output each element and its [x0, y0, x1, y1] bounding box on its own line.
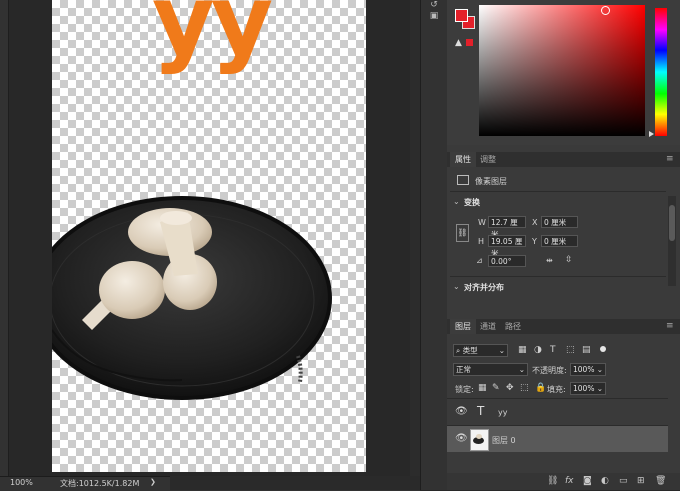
properties-scrollbar-thumb[interactable] — [669, 205, 675, 241]
visibility-eye-icon[interactable]: 👁 — [455, 433, 468, 444]
tab-adjustments[interactable]: 调整 — [475, 152, 501, 167]
height-input[interactable]: 19.05 厘米 — [488, 235, 526, 258]
filter-pixel-icon[interactable]: ▦ — [518, 345, 527, 355]
collapsed-panel-strip — [420, 0, 447, 490]
color-picker-cursor[interactable] — [601, 6, 610, 15]
tab-paths[interactable]: 路径 — [500, 319, 526, 334]
filter-adjustment-icon[interactable]: ◑ — [534, 345, 542, 355]
add-mask-icon[interactable]: ◙ — [583, 476, 592, 486]
lock-transparent-pixels-icon[interactable]: ▦ — [478, 383, 487, 393]
tab-layers[interactable]: 图层 — [450, 319, 476, 334]
opacity-input[interactable]: 100% ⌄ — [570, 363, 606, 376]
gamut-warning-swatch[interactable] — [466, 39, 473, 46]
canvas-vertical-scrollbar[interactable] — [410, 0, 420, 476]
filter-toggle-icon[interactable] — [600, 346, 606, 352]
comment-icon[interactable]: ▣ — [428, 11, 440, 21]
transform-chevron-icon[interactable]: ⌄ — [453, 197, 460, 206]
fill-label: 填充: — [547, 385, 566, 394]
gamut-warning-icon[interactable]: ▲ — [455, 38, 465, 48]
blend-mode-value: 正常 — [456, 365, 471, 374]
align-chevron-icon[interactable]: ⌄ — [453, 282, 460, 291]
layer-thumbnail-mushroom — [476, 434, 482, 439]
x-position-input[interactable]: 0 厘米 — [541, 216, 578, 228]
canvas-text-yy[interactable]: yy — [152, 0, 273, 68]
lock-artboard-icon[interactable]: ⬚ — [520, 383, 529, 393]
fill-input[interactable]: 100% ⌄ — [570, 382, 606, 395]
layer-style-fx-icon[interactable]: fx — [565, 476, 574, 486]
angle-input[interactable]: 0.00° — [488, 255, 526, 267]
document-canvas[interactable]: yy — [52, 0, 366, 472]
lock-image-pixels-icon[interactable]: ✎ — [492, 383, 500, 393]
search-icon: ⌕ — [456, 346, 461, 355]
flip-horizontal-icon[interactable]: ⇹ — [546, 256, 553, 265]
adjustment-layer-icon[interactable]: ◐ — [601, 476, 609, 486]
flip-vertical-icon[interactable]: ⇳ — [565, 255, 573, 265]
tab-channels[interactable]: 通道 — [475, 319, 501, 334]
hue-slider-handle[interactable] — [649, 131, 654, 137]
delete-layer-icon[interactable]: 🗑 — [655, 476, 666, 486]
layers-footer-toolbar — [447, 473, 680, 490]
document-size-info: 文档:1012.5K/1.82M — [60, 479, 140, 488]
visibility-eye-icon[interactable]: 👁 — [455, 406, 468, 417]
pixel-layer-icon — [457, 175, 469, 185]
lock-position-icon[interactable]: ✥ — [506, 383, 514, 393]
layer-name[interactable]: yy — [498, 408, 507, 417]
width-label: W — [478, 218, 486, 227]
layer-name[interactable]: 图层 0 — [492, 435, 516, 446]
layer-filter-value: 类型 — [462, 346, 478, 355]
filter-smart-object-icon[interactable]: ▤ — [582, 345, 591, 355]
link-dimensions-icon[interactable]: ⛓ — [456, 224, 469, 242]
chevron-down-icon: ⌄ — [596, 365, 603, 374]
height-label: H — [478, 237, 485, 246]
text-layer-icon: T — [477, 404, 485, 418]
filter-shape-icon[interactable]: ⬚ — [566, 345, 575, 355]
chevron-down-icon: ⌄ — [596, 384, 603, 393]
chevron-down-icon: ⌄ — [518, 365, 525, 374]
layer-filter-select[interactable]: ⌕ 类型 ⌄ — [453, 344, 508, 357]
properties-menu-icon[interactable]: ≡ — [666, 152, 674, 167]
blend-mode-select[interactable]: 正常 ⌄ — [453, 363, 528, 376]
layers-tab-bar: 图层 通道 路径 ≡ — [447, 319, 680, 334]
new-group-icon[interactable]: ▭ — [619, 476, 628, 486]
layers-menu-icon[interactable]: ≡ — [666, 319, 674, 334]
divider — [450, 191, 666, 192]
align-section-title[interactable]: 对齐并分布 — [464, 282, 504, 293]
history-icon[interactable]: ↺ — [428, 0, 440, 10]
lock-all-icon[interactable]: 🔒 — [535, 383, 546, 393]
link-layers-icon[interactable]: ⛓ — [547, 476, 558, 486]
tab-properties[interactable]: 属性 — [450, 152, 476, 167]
layer-type-label: 像素图层 — [475, 177, 507, 186]
transform-section-title[interactable]: 变换 — [464, 197, 480, 208]
fill-value: 100% — [573, 384, 595, 393]
properties-tab-bar: 属性 调整 ≡ — [447, 152, 680, 167]
foreground-color-swatch[interactable] — [455, 9, 468, 22]
lock-label: 锁定: — [455, 385, 474, 394]
zoom-level-field[interactable]: 100% — [10, 478, 33, 487]
canvas-horizontal-scrollbar[interactable] — [170, 476, 420, 490]
width-input[interactable]: 12.7 厘米 — [488, 216, 526, 239]
y-label: Y — [532, 237, 537, 246]
x-label: X — [532, 218, 538, 227]
angle-icon: ⊿ — [476, 256, 483, 265]
y-position-input[interactable]: 0 厘米 — [541, 235, 578, 247]
hue-slider[interactable] — [655, 8, 667, 136]
opacity-label: 不透明度: — [532, 366, 567, 375]
status-menu-arrow-icon[interactable]: ❯ — [150, 478, 156, 486]
chevron-down-icon: ⌄ — [498, 346, 505, 355]
new-layer-icon[interactable]: ⊞ — [637, 476, 645, 486]
tools-panel-edge — [0, 0, 9, 476]
opacity-value: 100% — [573, 365, 595, 374]
color-picker-field[interactable] — [479, 5, 645, 136]
filter-type-icon[interactable]: T — [550, 345, 556, 355]
layer-row-yy[interactable]: 👁 T yy — [447, 399, 668, 425]
divider — [450, 276, 666, 277]
